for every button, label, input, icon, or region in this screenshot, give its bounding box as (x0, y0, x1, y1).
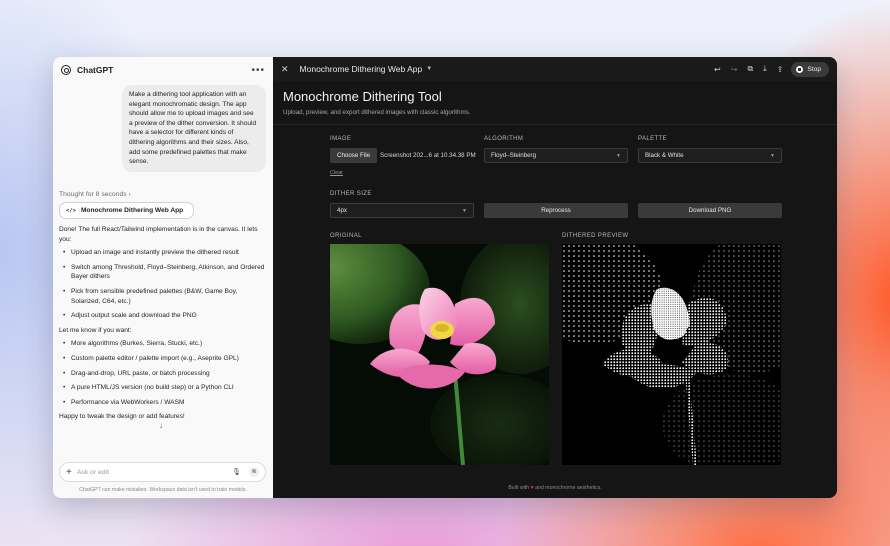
thought-label: Thought for 8 seconds (59, 191, 127, 198)
app-subtitle: Upload, preview, and export dithered ima… (283, 109, 471, 116)
chevron-down-icon: ▼ (770, 152, 775, 159)
algorithm-label: ALGORITHM (484, 136, 524, 142)
dither-size-value: 4px (337, 207, 347, 214)
app-title: Monochrome Dithering Tool (283, 89, 442, 104)
palette-label: PALETTE (638, 136, 668, 142)
undo-icon[interactable]: ↩ (714, 65, 721, 74)
composer-input[interactable]: Ask or edit (77, 469, 232, 476)
heart-icon: ♥ (530, 485, 534, 491)
composer[interactable]: + Ask or edit 🎙 ≋ (59, 462, 266, 482)
voice-mode-icon[interactable]: ≋ (249, 467, 259, 477)
palette-value: Black & White (645, 152, 684, 159)
canvas-title[interactable]: Monochrome Dithering Web App (300, 64, 423, 74)
footer-suffix: and monochrome aesthetics. (535, 485, 602, 491)
disclaimer: ChatGPT can make mistakes. Workspace dat… (79, 487, 247, 493)
redo-icon[interactable]: ↪ (731, 65, 738, 74)
reply-feature-list: Upload an image and instantly preview th… (59, 248, 265, 321)
list-item: Switch among Threshold, Floyd–Steinberg,… (59, 263, 265, 282)
list-item: Custom palette editor / palette import (… (59, 354, 265, 364)
list-item: Adjust output scale and download the PNG (59, 311, 265, 321)
chatgpt-logo-icon (61, 65, 71, 75)
list-item: Drag-and-drop, URL paste, or batch proce… (59, 369, 265, 379)
clear-link[interactable]: Clear (330, 170, 343, 176)
plus-icon[interactable]: + (66, 467, 72, 478)
thought-toggle[interactable]: Thought for 8 seconds › (59, 191, 131, 198)
file-name: Screenshot 202...6 at 10.34.38 PM (380, 152, 476, 159)
chat-title: ChatGPT (77, 65, 114, 75)
stop-label: Stop (807, 65, 821, 73)
user-message: Make a dithering tool application with a… (122, 85, 266, 172)
reprocess-button[interactable]: Reprocess (484, 203, 628, 218)
artifact-button-label: Monochrome Dithering Web App (80, 207, 184, 214)
list-item: Pick from sensible predefined palettes (… (59, 287, 265, 306)
microphone-icon[interactable]: 🎙 (232, 468, 241, 476)
canvas-panel: ✕ Monochrome Dithering Web App ▼ ↩ ↪ ⧉ ⤓… (273, 57, 837, 498)
reply-followup: Let me know if you want: (59, 326, 132, 334)
choose-file-button[interactable]: Choose File (330, 148, 378, 163)
original-image (330, 244, 549, 465)
app-window: ChatGPT ••• Make a dithering tool applic… (53, 57, 837, 498)
scroll-down-arrow-icon[interactable]: ↓ (159, 421, 163, 430)
code-icon: </> (66, 207, 76, 214)
dithered-preview-label: DITHERED PREVIEW (562, 233, 629, 239)
chevron-down-icon: ▼ (616, 152, 621, 159)
chevron-right-icon: › (128, 191, 131, 198)
dither-size-label: DITHER SIZE (330, 191, 372, 197)
artifact-open-button[interactable]: </> Monochrome Dithering Web App (59, 202, 195, 219)
chevron-down-icon[interactable]: ▼ (426, 66, 432, 72)
footer-prefix: Built with (508, 485, 530, 491)
lotus-photo (330, 244, 549, 465)
app-header: Monochrome Dithering Tool Upload, previe… (273, 81, 837, 125)
chat-panel: ChatGPT ••• Make a dithering tool applic… (53, 57, 273, 498)
reply-options-list: More algorithms (Burkes, Sierra, Stucki,… (59, 339, 265, 407)
chevron-down-icon: ▼ (462, 207, 467, 214)
share-icon[interactable]: ⇪ (777, 65, 784, 74)
original-label: ORIGINAL (330, 233, 362, 239)
algorithm-value: Floyd–Steinberg (491, 152, 537, 159)
stop-button[interactable]: Stop (791, 61, 829, 77)
dithered-preview-image (562, 244, 781, 465)
list-item: Upload an image and instantly preview th… (59, 248, 265, 258)
canvas-topbar: ✕ Monochrome Dithering Web App ▼ ↩ ↪ ⧉ ⤓… (273, 57, 837, 81)
canvas-footer: Built with ♥ and monochrome aesthetics. (273, 485, 837, 491)
image-label: IMAGE (330, 136, 352, 142)
list-item: More algorithms (Burkes, Sierra, Stucki,… (59, 339, 265, 349)
algorithm-select[interactable]: Floyd–Steinberg ▼ (484, 148, 628, 163)
chat-header: ChatGPT ••• (53, 57, 273, 83)
download-icon[interactable]: ⤓ (763, 64, 767, 74)
more-dots-icon[interactable]: ••• (251, 65, 265, 76)
reply-intro: Done! The full React/Tailwind implementa… (59, 226, 258, 243)
download-png-button[interactable]: Download PNG (638, 203, 782, 218)
dithered-lotus-render (562, 244, 781, 465)
list-item: Performance via WebWorkers / WASM (59, 398, 265, 408)
copy-icon[interactable]: ⧉ (747, 64, 753, 74)
close-icon[interactable]: ✕ (281, 64, 289, 75)
dither-size-select[interactable]: 4px ▼ (330, 203, 474, 218)
list-item: A pure HTML/JS version (no build step) o… (59, 383, 265, 393)
palette-select[interactable]: Black & White ▼ (638, 148, 782, 163)
stop-icon (796, 65, 804, 73)
assistant-reply: Done! The full React/Tailwind implementa… (59, 225, 265, 426)
